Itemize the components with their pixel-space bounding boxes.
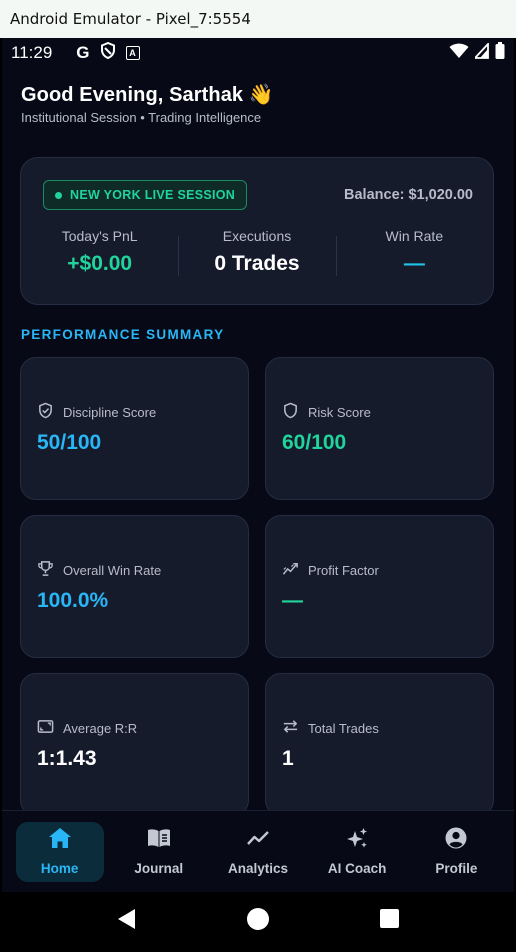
battery-icon (495, 42, 505, 64)
nav-label: Journal (134, 861, 184, 876)
nav-label: Profile (435, 861, 478, 876)
wifi-icon (449, 43, 469, 64)
status-time: 11:29 (11, 43, 53, 62)
metric-label: Discipline Score (63, 404, 157, 420)
metric-value: — (282, 589, 303, 612)
metric-card-profit-factor[interactable]: Profit Factor — (265, 515, 494, 658)
metric-header: Overall Win Rate (37, 560, 161, 580)
ratio-icon (37, 718, 54, 738)
metric-value: 1 (282, 747, 294, 770)
greeting-subtitle: Institutional Session • Trading Intellig… (21, 110, 262, 125)
vpn-shield-icon (100, 41, 116, 64)
recents-icon[interactable] (379, 909, 399, 933)
metric-header: Total Trades (282, 718, 379, 738)
metric-label: Average R:R (63, 720, 138, 736)
book-icon (147, 827, 171, 852)
notification-a-icon: A (125, 46, 140, 60)
nav-label: AI Coach (327, 861, 387, 876)
google-icon: G (76, 43, 90, 62)
swap-icon (282, 718, 299, 738)
metric-card-total-trades[interactable]: Total Trades 1 (265, 673, 494, 816)
metric-header: Discipline Score (37, 402, 156, 422)
nav-ai-coach[interactable]: AI Coach (313, 822, 401, 882)
performance-summary-title: PERFORMANCE SUMMARY (21, 327, 225, 342)
stat-win-rate: Win Rate — (335, 228, 493, 276)
metric-value: 100.0% (37, 589, 109, 612)
metric-value: 60/100 (282, 431, 347, 454)
stat-value: 0 Trades (214, 252, 300, 275)
sparkle-icon (345, 827, 369, 852)
session-card: NEW YORK LIVE SESSION Balance: $1,020.00… (20, 157, 494, 305)
nav-journal[interactable]: Journal (115, 822, 203, 882)
metric-card-risk-score[interactable]: Risk Score 60/100 (265, 357, 494, 500)
metric-value: 1:1.43 (37, 747, 97, 770)
nav-analytics[interactable]: Analytics (214, 822, 302, 882)
metric-header: Risk Score (282, 402, 371, 422)
app-screen: 11:29 G A Good Evening, Sarthak 👋 Instit… (2, 38, 514, 950)
bottom-navigation: Home Journal Analytics AI Coach Profile (2, 810, 514, 892)
metric-header: Average R:R (37, 718, 137, 738)
greeting-section: Good Evening, Sarthak 👋 Institutional Se… (21, 82, 274, 125)
stat-value: — (403, 252, 425, 275)
shield-icon (282, 402, 299, 422)
trend-icon (282, 560, 299, 580)
metric-label: Total Trades (308, 720, 379, 736)
metric-header: Profit Factor (282, 560, 379, 580)
home-icon (48, 827, 72, 852)
stat-label: Executions (222, 228, 292, 244)
session-stats: Today's PnL +$0.00 Executions 0 Trades W… (21, 228, 493, 276)
metric-value: 50/100 (37, 431, 102, 454)
nav-label: Analytics (227, 861, 288, 876)
shield-check-icon (37, 402, 54, 422)
system-navigation-bar (2, 892, 514, 950)
window-title: Android Emulator - Pixel_7:5554 (10, 10, 251, 28)
stat-label: Win Rate (385, 228, 444, 244)
status-bar: 11:29 G A (2, 38, 514, 68)
metric-label: Profit Factor (308, 562, 379, 578)
notification-a-letter: A (129, 48, 136, 58)
trophy-icon (37, 560, 54, 580)
session-badge-label: NEW YORK LIVE SESSION (70, 188, 236, 202)
account-icon (444, 827, 468, 852)
live-session-badge: NEW YORK LIVE SESSION (43, 180, 248, 210)
greeting-title: Good Evening, Sarthak 👋 (21, 84, 274, 106)
metric-card-overall-win-rate[interactable]: Overall Win Rate 100.0% (20, 515, 249, 658)
stat-value: +$0.00 (67, 252, 133, 275)
nav-home[interactable]: Home (15, 821, 104, 882)
home-circle-icon[interactable] (247, 907, 270, 935)
live-dot-icon (55, 191, 62, 199)
nav-profile[interactable]: Profile (412, 822, 500, 882)
nav-label: Home (40, 861, 79, 876)
account-balance: Balance: $1,020.00 (344, 187, 473, 203)
metric-card-discipline-score[interactable]: Discipline Score 50/100 (20, 357, 249, 500)
stat-label: Today's PnL (61, 228, 138, 244)
metric-label: Overall Win Rate (63, 562, 162, 578)
cell-signal-icon (472, 41, 489, 64)
back-icon[interactable] (117, 908, 137, 935)
stat-pnl: Today's PnL +$0.00 (21, 228, 178, 276)
metric-card-average-rr[interactable]: Average R:R 1:1.43 (20, 673, 249, 816)
chart-line-icon (246, 827, 270, 852)
metric-label: Risk Score (308, 404, 371, 420)
window-title-bar: Android Emulator - Pixel_7:5554 (0, 0, 516, 38)
stat-executions: Executions 0 Trades (178, 228, 335, 276)
